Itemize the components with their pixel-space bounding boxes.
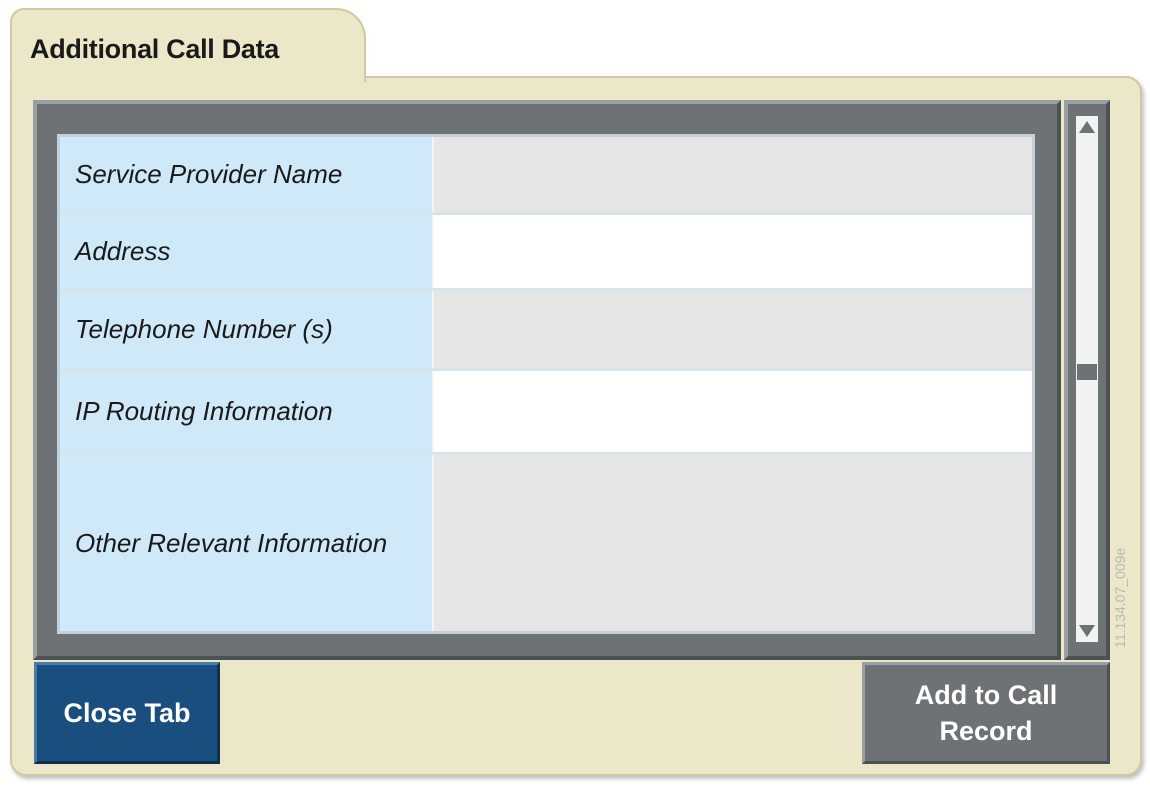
form-row-telephone: Telephone Number (s): [60, 291, 1032, 371]
field-label: Address: [60, 215, 432, 288]
form-row-service-provider: Service Provider Name: [60, 137, 1032, 215]
scrollbar-track[interactable]: [1076, 116, 1098, 642]
address-field[interactable]: [434, 215, 1032, 288]
add-to-call-record-button[interactable]: Add to Call Record: [862, 662, 1110, 764]
tab-title: Additional Call Data: [30, 34, 280, 64]
figure-code: 11.134.07_009e: [1112, 547, 1128, 648]
scrollbar-thumb[interactable]: [1077, 364, 1097, 380]
close-tab-button[interactable]: Close Tab: [34, 662, 220, 764]
add-to-call-record-label: Add to Call Record: [914, 680, 1058, 746]
service-provider-name-field[interactable]: [434, 137, 1032, 212]
field-label: Service Provider Name: [60, 137, 432, 212]
field-label: IP Routing Information: [60, 371, 432, 452]
call-data-form: Service Provider Name Address Telephone …: [57, 134, 1035, 634]
scroll-up-arrow-icon[interactable]: [1079, 121, 1095, 133]
telephone-number-field[interactable]: [434, 291, 1032, 368]
vertical-scrollbar[interactable]: [1064, 100, 1110, 660]
other-relevant-information-field[interactable]: [434, 455, 1032, 631]
ip-routing-information-field[interactable]: [434, 371, 1032, 452]
scroll-down-arrow-icon[interactable]: [1079, 625, 1095, 637]
form-row-ip-routing: IP Routing Information: [60, 371, 1032, 455]
field-label: Other Relevant Information: [60, 455, 432, 631]
form-row-address: Address: [60, 215, 1032, 291]
form-row-other-info: Other Relevant Information: [60, 455, 1032, 631]
field-label: Telephone Number (s): [60, 291, 432, 368]
